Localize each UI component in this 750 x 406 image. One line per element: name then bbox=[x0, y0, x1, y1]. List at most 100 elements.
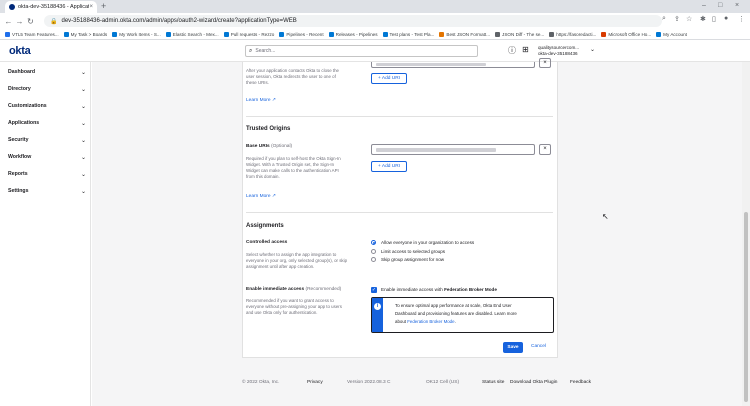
sidebar-item-customizations[interactable]: Customizations ⌄ bbox=[8, 103, 86, 110]
footer-cell: OK12 Cell (US) bbox=[426, 380, 460, 385]
bookmark-icon bbox=[439, 31, 445, 37]
save-button[interactable]: Save bbox=[503, 342, 523, 353]
chevron-down-icon: ⌄ bbox=[80, 155, 86, 161]
reload-icon[interactable]: ↻ bbox=[25, 17, 36, 26]
base-uri-input[interactable] bbox=[371, 144, 535, 155]
chevron-down-icon: ⌄ bbox=[80, 121, 86, 127]
share-icon[interactable]: ⇪ bbox=[674, 15, 680, 23]
browser-tab-strip: okta-dev-35188436 - Applicatio × + – □ × bbox=[0, 0, 750, 13]
forward-arrow-icon[interactable]: → bbox=[14, 17, 25, 26]
bookmark-item[interactable]: My Work Items - S... bbox=[112, 31, 161, 37]
okta-favicon-icon bbox=[9, 4, 15, 10]
bookmark-item[interactable]: My Account bbox=[656, 31, 687, 37]
federation-broker-mode-link[interactable]: Federation Broker Mode bbox=[407, 319, 454, 324]
radio-label[interactable]: Limit access to selected groups bbox=[381, 249, 445, 254]
radio-limit-groups[interactable] bbox=[371, 249, 376, 254]
sidebar-item-workflow[interactable]: Workflow ⌄ bbox=[8, 154, 86, 161]
footer-version: Version 2022.08.3 C bbox=[347, 380, 391, 385]
browser-tab-title: okta-dev-35188436 - Applicatio bbox=[18, 4, 90, 10]
bookmark-item[interactable]: Elastic Search - Mex... bbox=[165, 31, 219, 37]
footer-copyright: © 2022 Okta, Inc. bbox=[242, 380, 280, 385]
back-arrow-icon[interactable]: ← bbox=[3, 17, 14, 26]
sidebar-item-applications[interactable]: Applications ⌄ bbox=[8, 120, 86, 127]
extensions-icon[interactable]: ✱ bbox=[700, 15, 706, 23]
tab-close-icon[interactable]: × bbox=[89, 4, 93, 10]
browser-menu-icon[interactable]: ⋮ bbox=[738, 15, 745, 23]
cancel-button[interactable]: Cancel bbox=[531, 344, 546, 349]
bookmark-icon bbox=[495, 31, 501, 37]
maximize-window-button[interactable]: □ bbox=[718, 2, 722, 9]
sidepanel-icon[interactable]: ▯ bbox=[712, 15, 716, 23]
sidebar-item-directory[interactable]: Directory ⌄ bbox=[8, 86, 86, 93]
bookmark-icon bbox=[223, 31, 229, 37]
bookmark-item[interactable]: Microsoft Office Ho... bbox=[601, 31, 651, 37]
close-window-button[interactable]: × bbox=[735, 2, 739, 9]
bookmark-star-icon[interactable]: ☆ bbox=[686, 15, 692, 23]
radio-label[interactable]: Skip group assignment for now bbox=[381, 257, 444, 262]
scrollbar-thumb[interactable] bbox=[744, 212, 748, 402]
federation-broker-checkbox[interactable]: ✓ bbox=[371, 287, 377, 293]
sidebar bbox=[0, 62, 91, 406]
federation-broker-info-callout: i To ensure optimal app performance at s… bbox=[371, 297, 554, 333]
search-input[interactable]: ⌕ Search... bbox=[245, 45, 478, 57]
footer-plugin-link[interactable]: Download Okta Plugin bbox=[510, 380, 557, 385]
federation-broker-checkbox-label[interactable]: Enable immediate access with Federation … bbox=[381, 287, 497, 292]
bookmark-item[interactable]: JSON Diff - The se... bbox=[495, 31, 544, 37]
radio-skip-assignment[interactable] bbox=[371, 257, 376, 262]
bookmark-icon bbox=[279, 31, 285, 37]
url-text: dev-35188436-admin.okta.com/admin/apps/o… bbox=[61, 18, 297, 24]
chevron-down-icon: ⌄ bbox=[80, 104, 86, 110]
chevron-down-icon: ⌄ bbox=[80, 138, 86, 144]
bookmark-icon bbox=[382, 31, 388, 37]
radio-allow-everyone[interactable] bbox=[371, 240, 376, 245]
help-icon[interactable]: ⓘ bbox=[508, 45, 516, 56]
minimize-window-button[interactable]: – bbox=[702, 2, 706, 9]
remove-uri-button[interactable]: × bbox=[539, 58, 551, 68]
sidebar-item-settings[interactable]: Settings ⌄ bbox=[8, 188, 86, 195]
sidebar-item-reports[interactable]: Reports ⌄ bbox=[8, 171, 86, 178]
address-bar[interactable]: 🔒 dev-35188436-admin.okta.com/admin/apps… bbox=[44, 15, 662, 27]
bookmark-item[interactable]: VTL5 Team Features... bbox=[5, 31, 59, 37]
bookmark-item[interactable]: https://fasoredacti... bbox=[549, 31, 596, 37]
chevron-down-icon: ⌄ bbox=[80, 189, 86, 195]
bookmark-item[interactable]: Pull requests - Rezzo bbox=[223, 31, 274, 37]
remove-base-uri-button[interactable]: × bbox=[539, 144, 551, 155]
bookmark-item[interactable]: Test plans - Test Pla... bbox=[382, 31, 434, 37]
radio-label[interactable]: Allow everyone in your organization to a… bbox=[381, 240, 474, 245]
bookmark-item[interactable]: My Task > Boards bbox=[63, 31, 107, 37]
add-signout-uri-button[interactable]: + Add URI bbox=[371, 73, 407, 84]
bookmark-item[interactable]: Pipelines - Recent bbox=[279, 31, 324, 37]
footer-status-link[interactable]: Status site bbox=[482, 380, 504, 385]
sidebar-item-dashboard[interactable]: Dashboard ⌄ bbox=[8, 69, 86, 76]
info-icon: i bbox=[374, 303, 381, 310]
bookmark-item[interactable]: Releases - Pipelines bbox=[328, 31, 378, 37]
learn-more-link[interactable]: Learn More ↗ bbox=[246, 194, 276, 199]
zoom-icon[interactable]: ⌕ bbox=[662, 15, 666, 23]
bookmark-icon bbox=[601, 31, 607, 37]
browser-tab[interactable]: okta-dev-35188436 - Applicatio × bbox=[5, 1, 97, 13]
immediate-access-help-line: and use Okta only for authentication. bbox=[246, 310, 318, 315]
bookmark-item[interactable]: Best JSON Formatt... bbox=[439, 31, 490, 37]
okta-logo[interactable]: okta bbox=[9, 45, 31, 57]
assignments-title: Assignments bbox=[246, 223, 284, 229]
redacted-uri bbox=[376, 148, 496, 152]
footer-feedback-link[interactable]: Feedback bbox=[570, 380, 591, 385]
lock-icon: 🔒 bbox=[50, 18, 58, 25]
learn-more-link[interactable]: Learn More ↗ bbox=[246, 98, 276, 103]
apps-grid-icon[interactable]: ⊞ bbox=[522, 45, 529, 54]
chevron-down-icon: ⌄ bbox=[80, 172, 86, 178]
bookmark-icon bbox=[328, 31, 334, 37]
chevron-down-icon: ⌄ bbox=[80, 87, 86, 93]
new-tab-button[interactable]: + bbox=[101, 1, 106, 12]
add-base-uri-button[interactable]: + Add URI bbox=[371, 161, 407, 172]
chevron-down-icon[interactable]: ⌄ bbox=[590, 46, 595, 53]
chevron-down-icon: ⌄ bbox=[80, 70, 86, 76]
sidebar-item-security[interactable]: Security ⌄ bbox=[8, 137, 86, 144]
org-switcher[interactable]: qualitysourcercom... okta-dev-35188436 bbox=[538, 45, 579, 57]
bookmark-icon bbox=[5, 31, 10, 37]
signout-redirect-uri-input[interactable] bbox=[371, 62, 535, 68]
external-link-icon: ↗ bbox=[271, 98, 276, 103]
footer-privacy-link[interactable]: Privacy bbox=[307, 380, 323, 385]
trusted-origins-title: Trusted Origins bbox=[246, 126, 291, 132]
profile-icon[interactable]: ● bbox=[724, 15, 728, 22]
